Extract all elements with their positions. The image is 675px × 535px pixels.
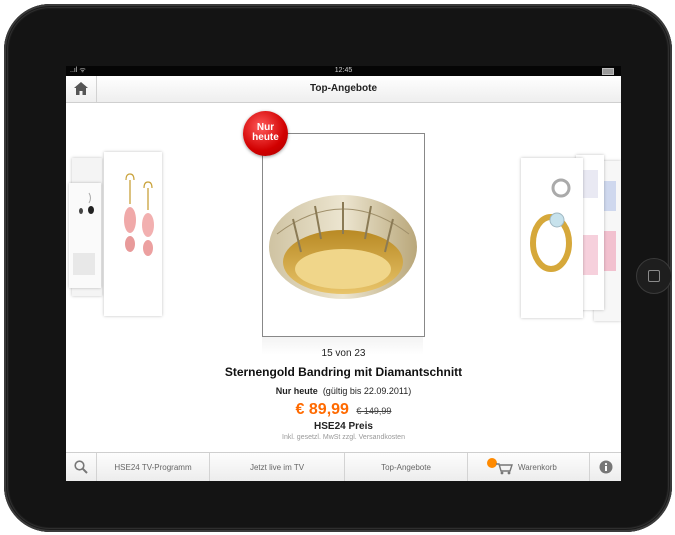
page-title: Top-Angebote (309, 83, 378, 94)
tax-note: Inkl. gesetzl. MwSt zzgl. Versandkosten (282, 434, 405, 441)
carousel-card-left-near[interactable] (104, 152, 162, 316)
bottom-tab-bar: HSE24 TV-Programm Jetzt live im TV Top-A… (66, 452, 621, 481)
tab-warenkorb-label: Warenkorb (518, 463, 557, 472)
tab-warenkorb[interactable]: Warenkorb (468, 453, 590, 481)
tab-live-tv[interactable]: Jetzt live im TV (210, 453, 345, 481)
tab-tv-programm[interactable]: HSE24 TV-Programm (97, 453, 210, 481)
current-price: € 89,99 (295, 401, 349, 418)
price-label: HSE24 Preis (314, 421, 373, 432)
price-line: € 89,99 € 149,99 (66, 401, 621, 419)
info-button[interactable] (590, 453, 621, 481)
search-button[interactable] (66, 453, 97, 481)
product-image-card[interactable] (262, 133, 425, 337)
today-only-badge: Nur heute (243, 111, 288, 156)
product-ring-image (269, 195, 417, 299)
carousel-card-left-3[interactable] (69, 183, 101, 288)
product-carousel: Nur heute 15 von 23 Sternengold Bandring… (66, 103, 621, 452)
app-screen: ..ıl ᯤ 12:45 Top-Angebote Nur heute 15 v… (66, 66, 621, 481)
search-icon (74, 460, 88, 474)
status-bar: ..ıl ᯤ 12:45 (66, 66, 621, 76)
old-price: € 149,99 (356, 406, 392, 416)
navigation-bar: Top-Angebote (66, 76, 621, 103)
carousel-card-right-near[interactable] (521, 158, 583, 318)
info-icon (599, 460, 613, 474)
tab-top-angebote[interactable]: Top-Angebote (345, 453, 468, 481)
badge-line-2: heute (252, 132, 279, 143)
device-home-button[interactable] (636, 258, 672, 294)
battery-icon (602, 68, 614, 75)
offer-validity: Nur heute (gültig bis 22.09.2011) (66, 386, 621, 396)
offer-valid-until: (gültig bis 22.09.2011) (322, 386, 412, 396)
product-title[interactable]: Sternengold Bandring mit Diamantschnitt (66, 365, 621, 379)
status-time: 12:45 (334, 67, 353, 74)
carousel-position: 15 von 23 (321, 348, 366, 359)
offer-label: Nur heute (275, 386, 318, 396)
badge-line-1: Nur (256, 122, 275, 133)
cart-icon (487, 458, 513, 475)
